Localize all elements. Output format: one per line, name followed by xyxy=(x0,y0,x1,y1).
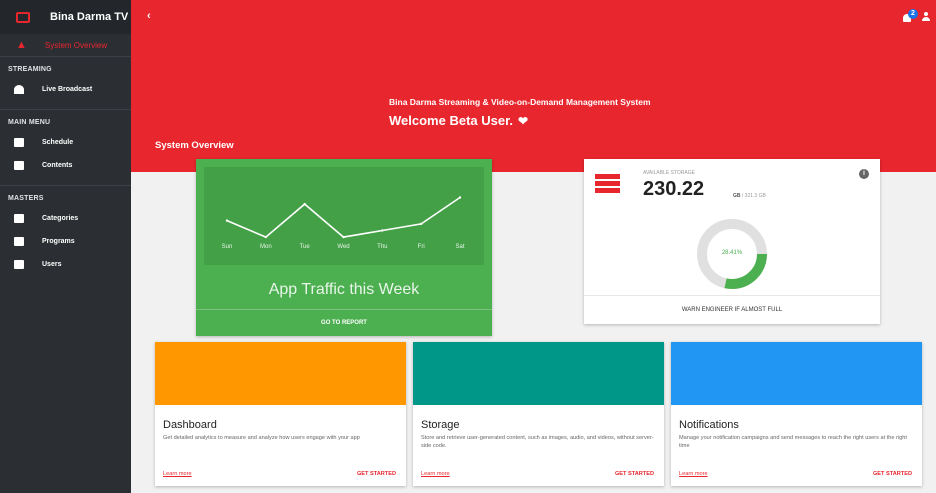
traffic-point xyxy=(303,202,306,206)
programs-icon xyxy=(14,237,24,246)
header: ‹ 2 Bina Darma Streaming & Video-on-Dema… xyxy=(131,0,936,172)
sidebar-item-programs[interactable]: Programs xyxy=(0,230,131,253)
info-icon[interactable]: i xyxy=(859,169,869,179)
welcome-text: Welcome Beta User. xyxy=(389,113,514,128)
storage-unit: GB / 321.3 GB xyxy=(733,193,766,199)
x-tick-label: Fri xyxy=(417,244,425,250)
storage-card: AVAILABLE STORAGE 230.22 GB / 321.3 GB i… xyxy=(584,159,880,324)
video-icon xyxy=(14,161,24,170)
sidebar-section-title: STREAMING xyxy=(0,56,131,78)
categories-icon xyxy=(14,214,24,223)
sidebar-item-contents[interactable]: Contents xyxy=(0,154,131,177)
storage-total: / 321.3 GB xyxy=(741,193,766,199)
sidebar-section-title: MAIN MENU xyxy=(0,109,131,131)
sidebar-item-users[interactable]: Users xyxy=(0,253,131,276)
feature-description: Get detailed analytics to measure and an… xyxy=(163,435,360,441)
system-subtitle: Bina Darma Streaming & Video-on-Demand M… xyxy=(389,97,651,107)
home-icon: ▲ xyxy=(16,39,27,51)
sidebar-item-system-overview[interactable]: ▲ System Overview xyxy=(0,34,131,56)
get-started-button[interactable]: GET STARTED xyxy=(873,471,912,477)
sidebar-item-label: Users xyxy=(42,261,62,268)
sidebar: Bina Darma TV ▲ System Overview STREAMIN… xyxy=(0,0,131,493)
brand-name: Bina Darma TV xyxy=(50,11,129,23)
learn-more-link[interactable]: Learn more xyxy=(679,471,708,477)
feature-card-notifications: Notifications Manage your notification c… xyxy=(671,342,922,486)
traffic-point xyxy=(264,235,268,239)
go-to-report-button[interactable]: GO TO REPORT xyxy=(196,309,492,336)
x-tick-label: Thu xyxy=(377,244,388,250)
traffic-card-title: App Traffic this Week xyxy=(268,281,420,298)
x-tick-label: Wed xyxy=(337,244,350,250)
feature-card-storage: Storage Store and retrieve user-generate… xyxy=(413,342,664,486)
sidebar-item-live-broadcast[interactable]: Live Broadcast xyxy=(0,78,131,101)
users-card-icon xyxy=(14,260,24,269)
sidebar-item-label: Categories xyxy=(42,215,79,222)
learn-more-link[interactable]: Learn more xyxy=(421,471,450,477)
get-started-button[interactable]: GET STARTED xyxy=(357,471,396,477)
collapse-sidebar-button[interactable]: ‹ xyxy=(147,10,151,22)
heart-icon: ❤ xyxy=(518,114,529,128)
storage-stack-icon xyxy=(595,174,620,195)
x-tick-label: Sun xyxy=(221,244,233,250)
sidebar-section-title: MASTERS xyxy=(0,185,131,207)
sidebar-item-schedule[interactable]: Schedule xyxy=(0,131,131,154)
tv-icon xyxy=(16,11,30,23)
sidebar-item-categories[interactable]: Categories xyxy=(0,207,131,230)
page-title: System Overview xyxy=(155,140,234,151)
feature-description: Manage your notification campaigns and s… xyxy=(679,435,907,449)
learn-more-link[interactable]: Learn more xyxy=(163,471,192,477)
feature-card-dashboard: Dashboard Get detailed analytics to meas… xyxy=(155,342,406,486)
feature-description: Store and retrieve user-generated conten… xyxy=(421,435,654,449)
storage-value: 230.22 xyxy=(643,178,705,200)
notification-badge: 2 xyxy=(908,9,918,19)
traffic-series-line xyxy=(226,196,461,239)
traffic-point xyxy=(225,219,229,222)
x-tick-label: Mon xyxy=(259,244,272,250)
traffic-point xyxy=(342,235,345,239)
brand[interactable]: Bina Darma TV xyxy=(0,0,131,34)
sidebar-item-label: Programs xyxy=(42,238,75,245)
feature-banner xyxy=(155,342,406,405)
storage-percent: 28.41% xyxy=(721,250,743,256)
feature-banner xyxy=(413,342,664,405)
feature-title: Notifications xyxy=(679,419,739,431)
sidebar-item-label: Live Broadcast xyxy=(42,86,93,93)
sidebar-item-label: Schedule xyxy=(42,139,74,146)
traffic-chart: Sun Mon Tue Wed Thu Fri Sat xyxy=(204,167,484,265)
get-started-button[interactable]: GET STARTED xyxy=(615,471,654,477)
traffic-card: Sun Mon Tue Wed Thu Fri Sat App Traffic this W… xyxy=(196,159,492,336)
feature-title: Storage xyxy=(421,419,460,431)
traffic-point xyxy=(419,222,423,226)
x-tick-label: Sat xyxy=(455,244,465,250)
warn-engineer-button[interactable]: WARN ENGINEER IF ALMOST FULL xyxy=(584,295,880,324)
storage-unit-text: GB xyxy=(733,193,741,199)
feature-banner xyxy=(671,342,922,405)
chart-x-axis: Sun Mon Tue Wed Thu Fri Sat xyxy=(204,244,484,254)
welcome-message: Welcome Beta User. ❤ xyxy=(389,113,528,128)
traffic-point xyxy=(381,229,384,232)
calendar-icon xyxy=(14,138,24,147)
broadcast-tower-icon xyxy=(14,85,24,94)
feature-title: Dashboard xyxy=(163,419,217,431)
sidebar-item-label: Contents xyxy=(42,162,73,169)
traffic-point xyxy=(458,196,462,199)
x-tick-label: Tue xyxy=(299,244,310,250)
storage-label: AVAILABLE STORAGE xyxy=(643,170,695,176)
sidebar-item-label: System Overview xyxy=(44,40,108,50)
user-icon[interactable] xyxy=(922,12,930,22)
